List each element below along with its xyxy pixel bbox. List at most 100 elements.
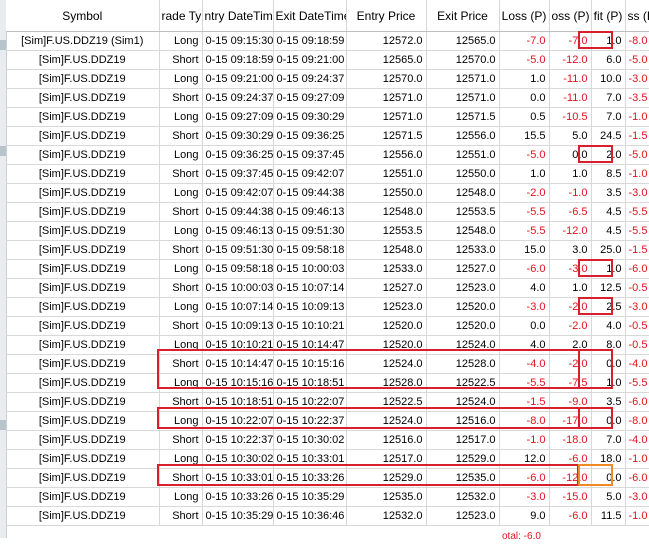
table-row[interactable]: [Sim]F.US.DDZ19Short0-15 10:09:130-15 10… <box>6 317 649 336</box>
symbol-cell: [Sim]F.US.DDZ19 <box>6 127 159 146</box>
col-header-loss[interactable]: Loss (P) <box>499 0 549 32</box>
table-row[interactable]: [Sim]F.US.DDZ19Short0-15 10:00:030-15 10… <box>6 279 649 298</box>
loss-2-cell: -5.5 <box>625 374 649 393</box>
table-row[interactable]: [Sim]F.US.DDZ19Short0-15 10:18:510-15 10… <box>6 393 649 412</box>
exit-price-cell: 12524.0 <box>426 393 499 412</box>
table-row[interactable]: [Sim]F.US.DDZ19 (Sim1)Long0-15 09:15:300… <box>6 32 649 51</box>
profit-cell: 6.0 <box>591 51 625 70</box>
cumulative-loss-cell: -11.0 <box>549 89 591 108</box>
profit-cell: 1.0 <box>591 374 625 393</box>
exit-datetime-cell: 0-15 09:58:18 <box>273 241 346 260</box>
loss-2-cell: -4.0 <box>625 355 649 374</box>
entry-datetime-cell: 0-15 10:00:03 <box>202 279 273 298</box>
loss-2-cell: -0.5 <box>625 317 649 336</box>
profit-cell: 10.0 <box>591 70 625 89</box>
table-row[interactable]: [Sim]F.US.DDZ19Long0-15 09:46:130-15 09:… <box>6 222 649 241</box>
exit-price-cell: 12533.0 <box>426 241 499 260</box>
col-header-exit-datetime[interactable]: Exit DateTime <box>273 0 346 32</box>
trade-type-cell: Long <box>159 374 202 393</box>
trade-type-cell: Long <box>159 298 202 317</box>
table-row[interactable]: [Sim]F.US.DDZ19Short0-15 09:30:290-15 09… <box>6 127 649 146</box>
cumulative-loss-cell: 2.0 <box>549 336 591 355</box>
table-row[interactable]: [Sim]F.US.DDZ19Long0-15 10:33:260-15 10:… <box>6 488 649 507</box>
col-header-symbol[interactable]: Symbol <box>6 0 159 32</box>
loss-2-cell: -0.5 <box>625 279 649 298</box>
trade-type-cell: Long <box>159 108 202 127</box>
table-row[interactable]: [Sim]F.US.DDZ19Short0-15 10:33:010-15 10… <box>6 469 649 488</box>
entry-price-cell: 12571.5 <box>346 127 426 146</box>
exit-datetime-cell: 0-15 10:18:51 <box>273 374 346 393</box>
table-row[interactable]: [Sim]F.US.DDZ19Long0-15 09:27:090-15 09:… <box>6 108 649 127</box>
table-row[interactable]: [Sim]F.US.DDZ19Long0-15 09:42:070-15 09:… <box>6 184 649 203</box>
entry-datetime-cell: 0-15 10:18:51 <box>202 393 273 412</box>
table-row[interactable]: [Sim]F.US.DDZ19Short0-15 10:22:370-15 10… <box>6 431 649 450</box>
loss-cell: -2.0 <box>499 184 549 203</box>
col-header-loss-2[interactable]: ss (P) <box>625 0 649 32</box>
symbol-cell: [Sim]F.US.DDZ19 <box>6 108 159 127</box>
table-row[interactable]: [Sim]F.US.DDZ19Short0-15 09:44:380-15 09… <box>6 203 649 222</box>
loss-2-cell: -1.0 <box>625 507 649 526</box>
table-row[interactable]: [Sim]F.US.DDZ19Long0-15 10:10:210-15 10:… <box>6 336 649 355</box>
profit-cell: 5.0 <box>591 488 625 507</box>
table-row[interactable]: [Sim]F.US.DDZ19Short0-15 09:18:590-15 09… <box>6 51 649 70</box>
col-header-trade-type[interactable]: rade Typ <box>159 0 202 32</box>
loss-2-cell: -6.0 <box>625 393 649 412</box>
exit-datetime-cell: 0-15 10:30:02 <box>273 431 346 450</box>
col-header-entry-datetime[interactable]: ntry DateTim <box>202 0 273 32</box>
col-header-cumulative-loss[interactable]: oss (P) <box>549 0 591 32</box>
trade-type-cell: Short <box>159 165 202 184</box>
table-row[interactable]: [Sim]F.US.DDZ19Long0-15 09:58:180-15 10:… <box>6 260 649 279</box>
entry-datetime-cell: 0-15 09:27:09 <box>202 108 273 127</box>
trade-type-cell: Long <box>159 184 202 203</box>
loss-cell: -7.0 <box>499 32 549 51</box>
entry-price-cell: 12570.0 <box>346 70 426 89</box>
trade-type-cell: Short <box>159 317 202 336</box>
loss-cell: 4.0 <box>499 336 549 355</box>
table-row[interactable]: [Sim]F.US.DDZ19Short0-15 10:14:470-15 10… <box>6 355 649 374</box>
cumulative-loss-cell: -3.0 <box>549 260 591 279</box>
cumulative-loss-cell: -9.0 <box>549 393 591 412</box>
exit-datetime-cell: 0-15 10:07:14 <box>273 279 346 298</box>
entry-datetime-cell: 0-15 09:44:38 <box>202 203 273 222</box>
table-row[interactable]: [Sim]F.US.DDZ19Short0-15 09:37:450-15 09… <box>6 165 649 184</box>
profit-cell: 7.0 <box>591 108 625 127</box>
trade-type-cell: Short <box>159 469 202 488</box>
entry-price-cell: 12532.0 <box>346 507 426 526</box>
table-row[interactable]: [Sim]F.US.DDZ19Long0-15 10:22:070-15 10:… <box>6 412 649 431</box>
loss-2-cell: -6.0 <box>625 260 649 279</box>
profit-cell: 4.5 <box>591 203 625 222</box>
symbol-cell: [Sim]F.US.DDZ19 <box>6 355 159 374</box>
table-row[interactable]: [Sim]F.US.DDZ19Short0-15 10:35:290-15 10… <box>6 507 649 526</box>
table-row[interactable]: [Sim]F.US.DDZ19Long0-15 09:36:250-15 09:… <box>6 146 649 165</box>
entry-datetime-cell: 0-15 10:22:07 <box>202 412 273 431</box>
loss-cell: -5.5 <box>499 203 549 222</box>
col-header-profit[interactable]: fit (P) <box>591 0 625 32</box>
symbol-cell: [Sim]F.US.DDZ19 <box>6 222 159 241</box>
table-row[interactable]: [Sim]F.US.DDZ19Long0-15 09:21:000-15 09:… <box>6 70 649 89</box>
table-row[interactable]: [Sim]F.US.DDZ19Long0-15 10:15:160-15 10:… <box>6 374 649 393</box>
exit-datetime-cell: 0-15 10:33:26 <box>273 469 346 488</box>
trade-type-cell: Long <box>159 450 202 469</box>
symbol-cell: [Sim]F.US.DDZ19 <box>6 279 159 298</box>
cumulative-loss-cell: 3.0 <box>549 241 591 260</box>
col-header-entry-price[interactable]: Entry Price <box>346 0 426 32</box>
table-row[interactable]: [Sim]F.US.DDZ19Short0-15 09:24:370-15 09… <box>6 89 649 108</box>
symbol-cell: [Sim]F.US.DDZ19 <box>6 70 159 89</box>
col-header-exit-price[interactable]: Exit Price <box>426 0 499 32</box>
entry-price-cell: 12524.0 <box>346 412 426 431</box>
cumulative-loss-cell: -12.0 <box>549 222 591 241</box>
cumulative-loss-cell: -2.0 <box>549 355 591 374</box>
table-row[interactable]: [Sim]F.US.DDZ19Long0-15 10:07:140-15 10:… <box>6 298 649 317</box>
exit-price-cell: 12571.0 <box>426 70 499 89</box>
entry-price-cell: 12550.0 <box>346 184 426 203</box>
loss-2-cell: -5.5 <box>625 222 649 241</box>
exit-price-cell: 12556.0 <box>426 127 499 146</box>
exit-price-cell: 12524.0 <box>426 336 499 355</box>
table-row[interactable]: [Sim]F.US.DDZ19Short0-15 09:51:300-15 09… <box>6 241 649 260</box>
loss-2-cell: -1.0 <box>625 108 649 127</box>
exit-price-cell: 12517.0 <box>426 431 499 450</box>
table-row[interactable]: [Sim]F.US.DDZ19Long0-15 10:30:020-15 10:… <box>6 450 649 469</box>
entry-datetime-cell: 0-15 10:35:29 <box>202 507 273 526</box>
loss-2-cell: -1.0 <box>625 450 649 469</box>
exit-datetime-cell: 0-15 09:24:37 <box>273 70 346 89</box>
